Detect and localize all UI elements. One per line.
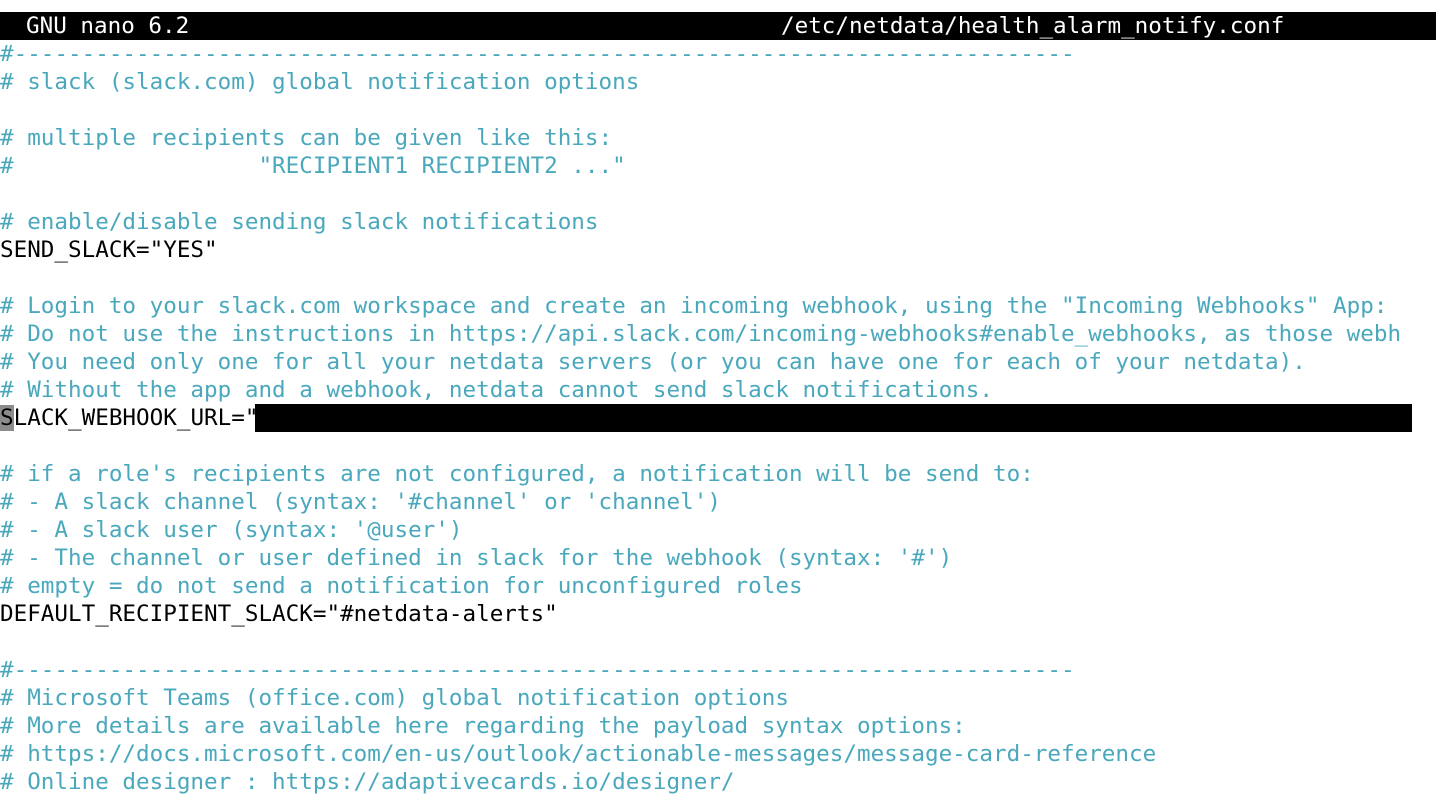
blank-line[interactable] xyxy=(0,180,1436,208)
comment-line[interactable]: # - A slack user (syntax: '@user') xyxy=(0,516,1436,544)
blank-line[interactable] xyxy=(0,628,1436,656)
blank-line[interactable] xyxy=(0,432,1436,460)
comment-line[interactable]: # You need only one for all your netdata… xyxy=(0,348,1436,376)
nano-title-bar: GNU nano 6.2 /etc/netdata/health_alarm_n… xyxy=(0,12,1436,40)
comment-line[interactable]: # - A slack channel (syntax: '#channel' … xyxy=(0,488,1436,516)
setting-key: LACK_WEBHOOK_URL=" xyxy=(13,405,259,431)
comment-line[interactable]: # More details are available here regard… xyxy=(0,712,1436,740)
blank-line[interactable] xyxy=(0,264,1436,292)
comment-line[interactable]: # - The channel or user defined in slack… xyxy=(0,544,1436,572)
separator-line[interactable]: #---------------------------------------… xyxy=(0,40,1436,68)
comment-line[interactable]: # if a role's recipients are not configu… xyxy=(0,460,1436,488)
comment-line[interactable]: # Microsoft Teams (office.com) global no… xyxy=(0,684,1436,712)
send-slack-setting[interactable]: SEND_SLACK="YES" xyxy=(0,236,1436,264)
editor-name: GNU nano 6.2 xyxy=(26,13,190,39)
comment-line[interactable]: # Do not use the instructions in https:/… xyxy=(0,320,1436,348)
text-cursor: S xyxy=(0,405,14,431)
file-path: /etc/netdata/health_alarm_notify.conf xyxy=(781,13,1285,39)
comment-line[interactable]: # slack (slack.com) global notification … xyxy=(0,68,1436,96)
comment-line[interactable]: # Login to your slack.com workspace and … xyxy=(0,292,1436,320)
comment-line[interactable]: # multiple recipients can be given like … xyxy=(0,124,1436,152)
comment-line[interactable]: # enable/disable sending slack notificat… xyxy=(0,208,1436,236)
comment-line[interactable]: # Without the app and a webhook, netdata… xyxy=(0,376,1436,404)
comment-line[interactable]: # empty = do not send a notification for… xyxy=(0,572,1436,600)
comment-line[interactable]: # https://docs.microsoft.com/en-us/outlo… xyxy=(0,740,1436,768)
comment-line[interactable]: # Online designer : https://adaptivecard… xyxy=(0,768,1436,796)
separator-line[interactable]: #---------------------------------------… xyxy=(0,656,1436,684)
default-recipient-slack-setting[interactable]: DEFAULT_RECIPIENT_SLACK="#netdata-alerts… xyxy=(0,600,1436,628)
slack-webhook-url-setting[interactable]: SLACK_WEBHOOK_URL=" xyxy=(0,404,1436,432)
editor-buffer[interactable]: #---------------------------------------… xyxy=(0,40,1436,796)
redaction-bar xyxy=(255,404,1412,432)
blank-line[interactable] xyxy=(0,96,1436,124)
comment-line[interactable]: # "RECIPIENT1 RECIPIENT2 ..." xyxy=(0,152,1436,180)
